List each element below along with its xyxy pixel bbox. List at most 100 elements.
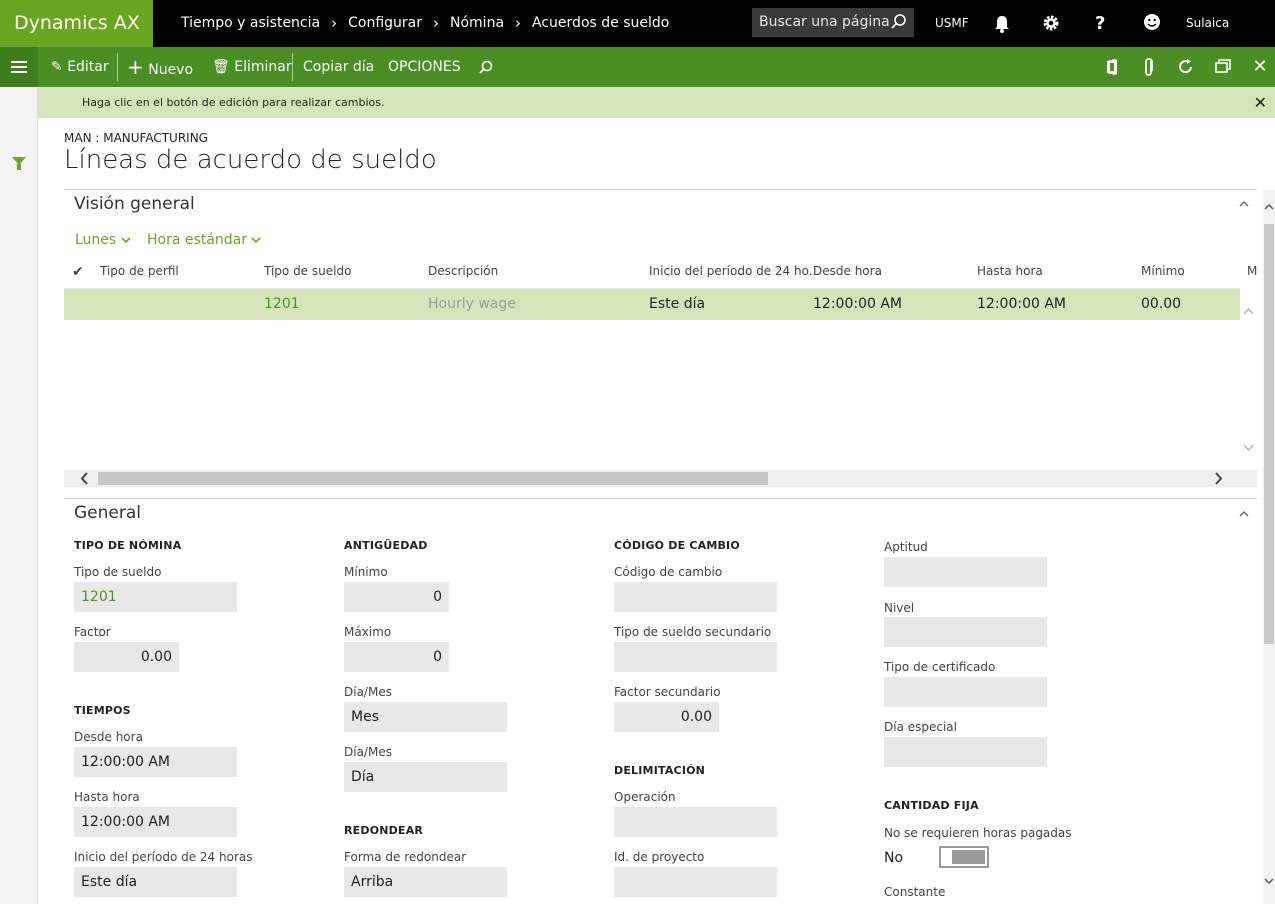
project-id-field[interactable]: [614, 867, 777, 897]
new-button-label: Nuevo: [148, 62, 194, 78]
group-heading-change-code: CÓDIGO DE CAMBIO: [614, 539, 740, 552]
new-button[interactable]: + Nuevo: [127, 47, 193, 87]
page-vertical-scrollbar[interactable]: [1263, 190, 1275, 904]
group-heading-times: TIEMPOS: [74, 704, 131, 717]
column-header-period-start[interactable]: Inicio del período de 24 ho...: [649, 264, 820, 286]
close-icon[interactable]: ✕: [1249, 47, 1271, 87]
column-header-truncated[interactable]: M: [1247, 264, 1257, 286]
search-placeholder: Buscar una página: [759, 14, 890, 30]
day-filter-dropdown[interactable]: Lunes: [75, 232, 131, 248]
wage-type-label: Tipo de sueldo: [74, 565, 162, 579]
secondary-wage-type-field[interactable]: [614, 642, 777, 672]
chevron-up-icon[interactable]: [1238, 198, 1250, 212]
day-month-label: Día/Mes: [344, 685, 392, 699]
day-month-select[interactable]: Mes: [344, 702, 507, 732]
seniority-max-label: Máximo: [344, 625, 392, 639]
company-selector[interactable]: USMF: [935, 0, 969, 47]
wage-type-field[interactable]: 1201: [74, 582, 237, 612]
operation-label: Operación: [614, 790, 676, 804]
group-heading-fixed-amount: CANTIDAD FIJA: [884, 799, 979, 812]
message-text: Haga clic en el botón de edición para re…: [82, 96, 385, 109]
day-month-select-2[interactable]: Día: [344, 762, 507, 792]
factor-field[interactable]: 0.00: [74, 642, 179, 672]
message-bar: Haga clic en el botón de edición para re…: [38, 87, 1275, 118]
from-time-field[interactable]: 12:00:00 AM: [74, 747, 237, 777]
breadcrumb-item-time-attendance[interactable]: Tiempo y asistencia: [181, 0, 320, 47]
secondary-wage-type-label: Tipo de sueldo secundario: [614, 625, 772, 639]
seniority-max-field[interactable]: 0: [344, 642, 449, 672]
column-header-description[interactable]: Descripción: [428, 264, 498, 286]
seniority-min-label: Mínimo: [344, 565, 388, 579]
section-general-title[interactable]: General: [74, 503, 141, 523]
edit-button[interactable]: ✎ Editar: [51, 47, 109, 87]
column-header-from-time[interactable]: Desde hora: [813, 264, 882, 286]
page-context: MAN : MANUFACTURING: [64, 131, 208, 145]
period-start-field[interactable]: Este día: [74, 867, 237, 897]
seniority-min-field[interactable]: 0: [344, 582, 449, 612]
user-name[interactable]: Sulaica Navarro: [1186, 0, 1275, 77]
chevron-up-icon[interactable]: [1263, 202, 1275, 212]
group-heading-delimitation: DELIMITACIÓN: [614, 764, 706, 777]
close-icon[interactable]: ✕: [1254, 87, 1267, 118]
column-header-minimum[interactable]: Mínimo: [1141, 264, 1185, 286]
divider: [292, 53, 293, 81]
cell-description[interactable]: Hourly wage: [428, 289, 516, 320]
smiley-icon[interactable]: [1143, 0, 1161, 47]
select-all-checkmark-icon[interactable]: ✔: [72, 264, 84, 286]
cell-from-time[interactable]: 12:00:00 AM: [813, 289, 902, 320]
group-heading-payroll-type: TIPO DE NÓMINA: [74, 539, 182, 552]
no-paid-hours-toggle[interactable]: [939, 846, 989, 868]
chevron-right-icon[interactable]: [1213, 471, 1223, 490]
column-header-profile-type[interactable]: Tipo de perfil: [100, 264, 179, 286]
chevron-up-icon[interactable]: [1238, 508, 1250, 522]
edit-button-label: Editar: [67, 59, 109, 75]
change-code-field[interactable]: [614, 582, 777, 612]
office-icon[interactable]: [1101, 47, 1123, 87]
rounding-form-label: Forma de redondear: [344, 850, 467, 864]
constant-label: Constante: [884, 885, 946, 899]
hamburger-menu-icon[interactable]: [0, 47, 38, 87]
scrollbar-thumb[interactable]: [1264, 224, 1274, 644]
chevron-left-icon[interactable]: [80, 471, 90, 490]
group-heading-rounding: REDONDEAR: [344, 824, 424, 837]
app-brand[interactable]: Dynamics AX: [0, 0, 153, 47]
aptitude-field[interactable]: [884, 557, 1047, 587]
cell-to-time[interactable]: 12:00:00 AM: [977, 289, 1066, 320]
grid-horizontal-scrollbar[interactable]: [64, 470, 1257, 487]
chevron-down-icon[interactable]: [1263, 876, 1275, 886]
section-overview-title[interactable]: Visión general: [74, 194, 195, 214]
scrollbar-thumb[interactable]: [98, 472, 768, 485]
table-row[interactable]: 1201 Hourly wage Este día 12:00:00 AM 12…: [64, 289, 1240, 320]
to-time-field[interactable]: 12:00:00 AM: [74, 807, 237, 837]
cell-period-start[interactable]: Este día: [649, 289, 705, 320]
cell-wage-type-link[interactable]: 1201: [264, 289, 300, 320]
breadcrumb-item-payroll[interactable]: Nómina: [450, 0, 504, 47]
bell-icon[interactable]: [993, 0, 1011, 47]
delete-button[interactable]: 🗑 Eliminar: [212, 47, 292, 87]
column-header-to-time[interactable]: Hasta hora: [977, 264, 1043, 286]
breadcrumb-item-setup[interactable]: Configurar: [348, 0, 422, 47]
copy-day-button[interactable]: Copiar día: [303, 47, 374, 87]
special-day-field[interactable]: [884, 737, 1047, 767]
secondary-factor-field[interactable]: 0.00: [614, 702, 719, 732]
options-tab[interactable]: OPCIONES: [388, 47, 461, 87]
open-new-window-icon[interactable]: [1212, 47, 1234, 87]
paperclip-icon[interactable]: [1138, 47, 1160, 87]
column-header-wage-type[interactable]: Tipo de sueldo: [264, 264, 351, 286]
level-field[interactable]: [884, 617, 1047, 647]
refresh-icon[interactable]: [1175, 47, 1197, 87]
search-icon[interactable]: [890, 8, 908, 48]
certificate-type-field[interactable]: [884, 677, 1047, 707]
search-input[interactable]: Buscar una página: [752, 8, 914, 37]
no-paid-hours-label: No se requieren horas pagadas: [884, 826, 1072, 840]
special-day-label: Día especial: [884, 720, 957, 734]
help-icon[interactable]: ?: [1095, 0, 1105, 47]
plus-icon: +: [127, 55, 144, 79]
cell-minimum[interactable]: 00.00: [1141, 289, 1181, 320]
search-icon[interactable]: [478, 47, 496, 87]
gear-icon[interactable]: [1042, 0, 1060, 47]
hour-type-filter-dropdown[interactable]: Hora estándar: [147, 232, 261, 248]
operation-field[interactable]: [614, 807, 777, 837]
rounding-form-select[interactable]: Arriba: [344, 867, 507, 897]
grid-vertical-scrollbar[interactable]: [1240, 289, 1257, 469]
